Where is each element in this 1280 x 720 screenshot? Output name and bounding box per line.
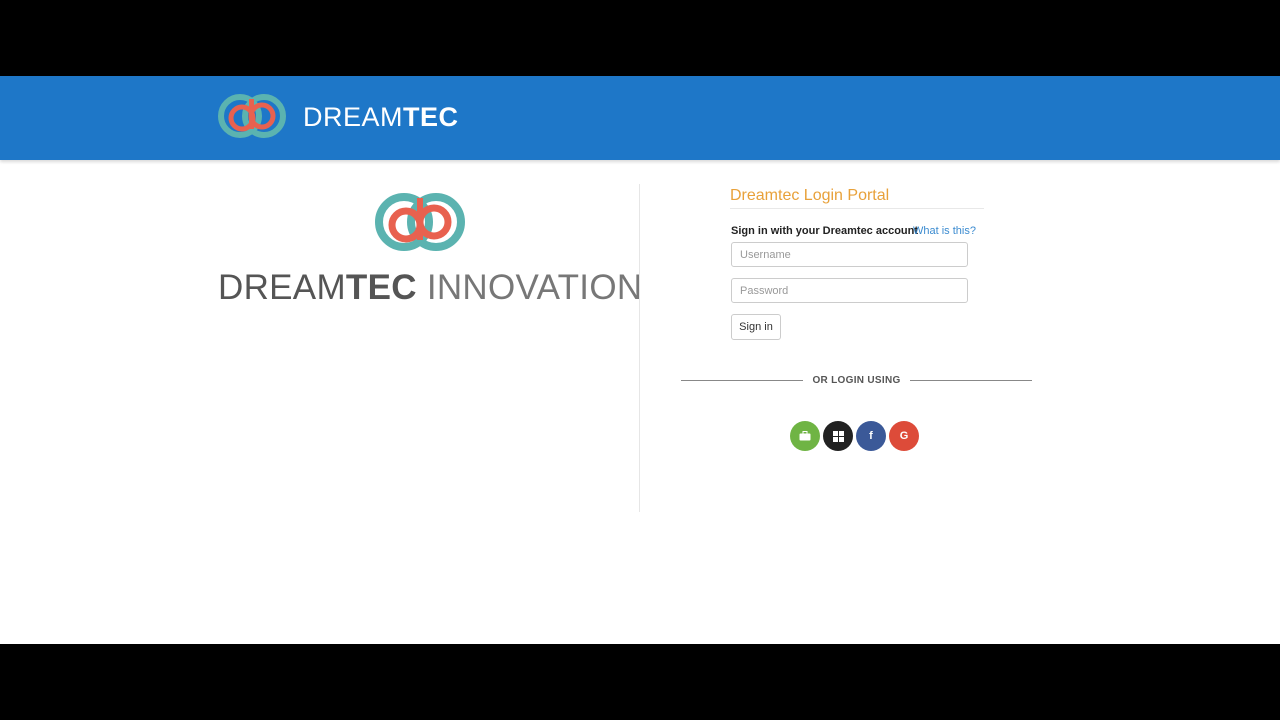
username-input[interactable]: [731, 242, 968, 267]
hero-brand-name: DREAMTEC INNOVATION: [218, 268, 642, 308]
what-is-this-link[interactable]: What is this?: [913, 225, 976, 237]
header-brand-bold: TEC: [403, 102, 459, 132]
letterbox-bottom: [0, 644, 1280, 720]
or-login-using-label: OR LOGIN USING: [812, 375, 901, 386]
dreamtec-logo-icon: [218, 94, 286, 138]
letterbox-top: [0, 0, 1280, 76]
hero-brand-bold: TEC: [345, 268, 417, 307]
or-divider-line-right: [910, 380, 1032, 381]
dreamtec-logo-large-icon: [375, 193, 465, 251]
vertical-divider: [639, 184, 640, 512]
header-brand-name[interactable]: DREAMTEC: [303, 102, 459, 133]
briefcase-icon: [799, 431, 811, 441]
hero-panel: DREAMTEC INNOVATION: [200, 184, 642, 514]
social-login-google-button[interactable]: G: [889, 421, 919, 451]
title-underline: [730, 208, 984, 209]
page: DREAMTEC DREAMTEC INNOVATION Dreamtec Lo…: [0, 76, 1280, 644]
facebook-icon: f: [869, 430, 873, 442]
login-portal-title: Dreamtec Login Portal: [730, 187, 890, 204]
header-bar: DREAMTEC: [0, 76, 1280, 160]
social-login-windows-button[interactable]: [823, 421, 853, 451]
hero-brand-suffix: INNOVATION: [416, 268, 643, 307]
password-input[interactable]: [731, 278, 968, 303]
signin-prompt: Sign in with your Dreamtec account: [731, 225, 919, 237]
social-login-facebook-button[interactable]: f: [856, 421, 886, 451]
or-divider-line-left: [681, 380, 803, 381]
google-icon: G: [899, 430, 909, 442]
sign-in-button[interactable]: Sign in: [731, 314, 781, 340]
hero-brand-light: DREAM: [218, 268, 346, 307]
windows-icon: [832, 430, 844, 442]
social-login-briefcase-button[interactable]: [790, 421, 820, 451]
header-brand-light: DREAM: [303, 102, 404, 132]
